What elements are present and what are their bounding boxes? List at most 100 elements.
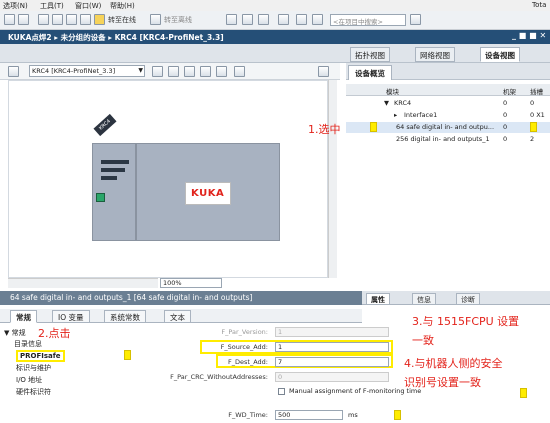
- window-controls[interactable]: _ ■ ■ ✕: [512, 31, 546, 40]
- col-slot[interactable]: 插槽: [530, 86, 543, 96]
- f-wd-time-field[interactable]: 500: [275, 410, 343, 420]
- go-offline-icon[interactable]: [150, 14, 161, 25]
- tab-device-view[interactable]: 设备视图: [480, 47, 520, 62]
- nav-io-address[interactable]: I/O 地址: [16, 375, 42, 385]
- table-row[interactable]: ▼ KRC4 0 0: [346, 98, 550, 109]
- menu-options[interactable]: 选项(N): [3, 1, 28, 11]
- highlight-marker: [530, 122, 537, 132]
- row-toggle-icon[interactable]: ▸: [394, 111, 397, 119]
- inspector-tabs: 属性 信息 诊断: [362, 291, 550, 305]
- tab-device-label: 设备视图: [485, 51, 515, 60]
- zoom-value: 100%: [163, 279, 182, 287]
- split-horizontal-icon[interactable]: [296, 14, 307, 25]
- canvas-horizontal-scrollbar[interactable]: [8, 278, 158, 288]
- upload-icon[interactable]: [66, 14, 77, 25]
- grid-icon[interactable]: [200, 66, 211, 77]
- tab-text-label: 文本: [170, 313, 185, 322]
- go-offline-button[interactable]: 转至离线: [164, 15, 192, 25]
- manual-monitoring-label: Manual assignment of F-monitoring time: [289, 387, 422, 395]
- close-icon[interactable]: [278, 14, 289, 25]
- editor-title-bar: KUKA点焊2 ▸ 未分组的设备 ▸ KRC4 [KRC4-ProfiNet_3…: [0, 30, 550, 44]
- properties-nav: ▼ 常规 目录信息 PROFIsafe 标识与维护 I/O 地址 硬件标识符: [4, 325, 72, 423]
- col-rack[interactable]: 机架: [503, 86, 516, 96]
- canvas-vertical-scrollbar[interactable]: [328, 80, 337, 278]
- f-par-version-label: F_Par_Version:: [221, 328, 268, 336]
- tab-general-label: 常规: [16, 313, 31, 322]
- row-toggle-icon[interactable]: ▼: [384, 99, 389, 107]
- draw-icon[interactable]: [184, 66, 195, 77]
- tab-info[interactable]: 信息: [412, 293, 436, 305]
- table-row[interactable]: 256 digital in- and outputs_1 0 2: [346, 134, 550, 145]
- rack-bar: [101, 160, 129, 164]
- tab-properties[interactable]: 属性: [366, 293, 390, 305]
- layout-icon[interactable]: [216, 66, 227, 77]
- go-online-icon[interactable]: [94, 14, 105, 25]
- redo-icon[interactable]: [18, 14, 29, 25]
- nav-hw-identifier[interactable]: 硬件标识符: [16, 387, 51, 397]
- zoom-select[interactable]: 100%: [160, 278, 222, 288]
- properties-icon[interactable]: [152, 66, 163, 77]
- menu-window[interactable]: 窗口(W): [75, 1, 101, 11]
- f-par-version-field: 1: [275, 327, 389, 337]
- device-icon[interactable]: [8, 66, 19, 77]
- properties-title: 64 safe digital in- and outputs_1 [64 sa…: [10, 293, 253, 302]
- tab-diagnostics[interactable]: 诊断: [456, 293, 480, 305]
- tab-general[interactable]: 常规: [10, 310, 37, 323]
- tab-system-constants[interactable]: 系统常数: [104, 310, 146, 323]
- manual-monitoring-checkbox[interactable]: [278, 388, 285, 395]
- download-icon[interactable]: [52, 14, 63, 25]
- project-search-input[interactable]: <在项目中搜索>: [330, 14, 406, 26]
- f-dest-add-field[interactable]: 7: [275, 357, 389, 367]
- nav-profisafe[interactable]: PROFIsafe: [16, 350, 65, 362]
- panel-toggle-icon[interactable]: [318, 66, 329, 77]
- simulate-icon[interactable]: [80, 14, 91, 25]
- wireframe-icon[interactable]: [168, 66, 179, 77]
- cross-reference-icon[interactable]: [242, 14, 253, 25]
- tab-device-overview[interactable]: 设备概览: [348, 65, 392, 80]
- tab-network-view[interactable]: 网络视图: [415, 47, 455, 62]
- f-par-crc-label: F_Par_CRC_WithoutAddresses:: [170, 373, 268, 381]
- row-module: 256 digital in- and outputs_1: [396, 135, 490, 143]
- monitor-icon[interactable]: [258, 14, 269, 25]
- nav-id-maintenance[interactable]: 标识与维护: [16, 363, 51, 373]
- tab-io-variables-label: IO 变量: [58, 313, 84, 322]
- main-toolbar: 转至在线 转至离线 <在项目中搜索>: [0, 11, 550, 30]
- split-vertical-icon[interactable]: [312, 14, 323, 25]
- f-wd-time-label: F_WD_Time:: [228, 411, 268, 419]
- overview-table-header: 模块 机架 插槽: [346, 84, 550, 96]
- properties-subtabs: 常规 IO 变量 系统常数 文本: [0, 309, 362, 323]
- f-source-add-field[interactable]: 1: [275, 342, 389, 352]
- overview-tabbar: 设备概览: [346, 63, 550, 80]
- tab-topology-view[interactable]: 拓扑视图: [350, 47, 390, 62]
- tab-text[interactable]: 文本: [164, 310, 191, 323]
- rack-bar: [101, 176, 117, 180]
- undo-icon[interactable]: [4, 14, 15, 25]
- search-icon[interactable]: [410, 14, 421, 25]
- nav-catalog[interactable]: 目录信息: [14, 339, 42, 349]
- f-wd-time-unit: ms: [348, 411, 358, 419]
- app-brand: Tota: [532, 1, 547, 9]
- table-row[interactable]: ▸ Interface1 0 0 X1: [346, 110, 550, 121]
- row-rack: 0: [503, 111, 508, 119]
- accessible-devices-icon[interactable]: [226, 14, 237, 25]
- row-module: KRC4: [394, 99, 412, 107]
- device-rack-left[interactable]: [92, 143, 136, 241]
- tab-io-variables[interactable]: IO 变量: [52, 310, 90, 323]
- nav-general-label: 常规: [11, 329, 26, 337]
- menu-help[interactable]: 帮助(H): [110, 1, 135, 11]
- device-select[interactable]: KRC4 [KRC4-ProfiNet_3.3] ▼: [29, 65, 145, 77]
- profinet-port-icon[interactable]: [96, 193, 105, 202]
- nav-general[interactable]: ▼ 常规: [4, 328, 26, 338]
- kuka-logo: KUKA: [185, 182, 231, 205]
- highlight-marker: [394, 410, 401, 420]
- col-module[interactable]: 模块: [386, 86, 399, 96]
- compile-icon[interactable]: [38, 14, 49, 25]
- tab-diagnostics-label: 诊断: [461, 296, 475, 304]
- f-dest-add-label: F_Dest_Add:: [228, 358, 268, 366]
- go-online-button[interactable]: 转至在线: [108, 15, 136, 25]
- menu-bar: 选项(N) 工具(T) 窗口(W) 帮助(H) Tota: [0, 0, 550, 11]
- zoom-icon[interactable]: [234, 66, 245, 77]
- tab-properties-label: 属性: [371, 296, 385, 304]
- row-rack: 0: [503, 123, 508, 131]
- menu-tools[interactable]: 工具(T): [40, 1, 64, 11]
